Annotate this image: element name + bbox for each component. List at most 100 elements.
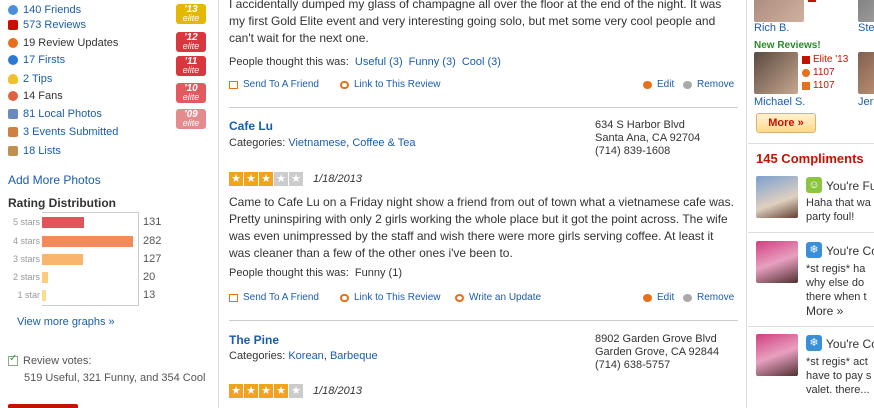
- pencil-icon: [643, 80, 652, 89]
- elite-badge-11[interactable]: '11 elite: [176, 56, 206, 76]
- reviewer-name[interactable]: Jer: [858, 96, 873, 108]
- star-icon: ★: [259, 172, 273, 186]
- compliment-type: You're Co: [826, 337, 874, 351]
- user-avatar[interactable]: [858, 0, 874, 22]
- compliment-text: Haha that wa party foul!: [806, 197, 871, 223]
- new-reviews-label: New Reviews!: [754, 40, 821, 51]
- review-text: I accidentally dumped my glass of champa…: [229, 0, 722, 45]
- business-name[interactable]: The Pine: [229, 333, 279, 347]
- vote-useful[interactable]: Useful (3): [355, 56, 403, 68]
- remove-icon: [683, 80, 692, 89]
- add-photos-link[interactable]: Add More Photos: [8, 173, 101, 187]
- section-divider: [748, 326, 874, 327]
- elite-badge-10[interactable]: '10 elite: [176, 83, 206, 103]
- stat-events[interactable]: 3 Events Submitted: [8, 125, 118, 139]
- vote-funny[interactable]: Funny (3): [409, 56, 456, 68]
- business-name[interactable]: Cafe Lu: [229, 119, 273, 133]
- star-icon: ★: [289, 384, 303, 398]
- review-divider: [229, 107, 738, 108]
- star-icon: ★: [259, 384, 273, 398]
- reviewer-avatar[interactable]: [858, 52, 874, 94]
- refresh-icon: [455, 293, 464, 302]
- review-actions: Send To A Friend Link to This Review Edi…: [229, 79, 738, 93]
- category-link[interactable]: Coffee & Tea: [352, 137, 415, 149]
- category-link[interactable]: Korean: [288, 350, 323, 362]
- remove-button[interactable]: Remove: [683, 292, 734, 303]
- review-date: 1/18/2013: [313, 385, 362, 397]
- rating-label: 1 star: [17, 290, 40, 300]
- reviews-icon: [802, 81, 810, 90]
- stat-tips[interactable]: 2 Tips: [8, 72, 52, 86]
- link-icon: [340, 293, 349, 302]
- snowflake-icon: ❄: [806, 242, 822, 258]
- edit-button[interactable]: Edit: [643, 292, 674, 303]
- stat-friends[interactable]: 140 Friends: [8, 3, 81, 17]
- compliment-more-link[interactable]: More »: [806, 304, 843, 318]
- star-rating: ★ ★ ★ ★ ★: [229, 384, 304, 398]
- reviewer-friends: 1107: [802, 67, 835, 78]
- review-date: 1/18/2013: [313, 173, 362, 185]
- user-avatar[interactable]: [754, 0, 804, 22]
- write-update-button[interactable]: Write an Update: [455, 292, 541, 303]
- reviews-icon: [8, 20, 18, 30]
- rating-row-3: 3 stars 127: [0, 252, 180, 266]
- review-actions: Send To A Friend Link to This Review Wri…: [229, 292, 738, 306]
- user-name[interactable]: Rich B.: [754, 22, 789, 34]
- rating-distribution-title: Rating Distribution: [8, 196, 116, 210]
- review-text: Came to Cafe Lu on a Friday night show a…: [229, 195, 734, 260]
- profile-sidebar: 140 Friends 573 Reviews 19 Review Update…: [0, 0, 218, 408]
- category-link[interactable]: Barbeque: [330, 350, 378, 362]
- rating-label: 3 stars: [12, 254, 40, 264]
- category-link[interactable]: Vietnamese: [288, 137, 346, 149]
- remove-button[interactable]: Remove: [683, 79, 734, 90]
- vote-cool[interactable]: Cool (3): [462, 56, 501, 68]
- elite-badge-09[interactable]: '09 elite: [176, 109, 206, 129]
- rating-label: 2 stars: [12, 272, 40, 282]
- stat-lists[interactable]: 18 Lists: [8, 144, 61, 158]
- rating-count: 20: [143, 271, 156, 283]
- compliment-avatar[interactable]: [756, 176, 798, 218]
- stat-reviews[interactable]: 573 Reviews: [8, 18, 86, 32]
- view-more-graphs-link[interactable]: View more graphs »: [17, 316, 115, 328]
- vote-funny[interactable]: Funny (1): [355, 267, 402, 279]
- reviewer-name[interactable]: Michael S.: [754, 96, 805, 108]
- edit-button[interactable]: Edit: [643, 79, 674, 90]
- compliment-avatar[interactable]: [756, 241, 798, 283]
- business-address: 8902 Garden Grove Blvd Garden Grove, CA …: [595, 333, 720, 371]
- friends-icon: [802, 68, 810, 77]
- more-button[interactable]: More »: [756, 113, 816, 133]
- link-to-review-button[interactable]: Link to This Review: [340, 292, 441, 303]
- reviewer-avatar[interactable]: [754, 52, 798, 94]
- friends-sidebar: Rich B. Ste New Reviews! Elite '13 1107 …: [748, 0, 874, 408]
- rating-row-5: 5 stars 131: [0, 215, 180, 229]
- compliment-type: You're Co: [826, 244, 874, 258]
- section-divider: [748, 143, 874, 144]
- reviewer-elite: Elite '13: [802, 54, 848, 65]
- compliment-text: *st regis* ha why else do there when t: [806, 263, 867, 303]
- compliment-avatar[interactable]: [756, 334, 798, 376]
- events-icon: [8, 127, 18, 137]
- star-icon: ★: [289, 172, 303, 186]
- stat-local-photos[interactable]: 81 Local Photos: [8, 107, 102, 121]
- rating-count: 13: [143, 289, 156, 301]
- business-categories: Categories: Korean, Barbeque: [229, 350, 378, 362]
- elite-badge-12[interactable]: '12 elite: [176, 32, 206, 52]
- elite-badge-13[interactable]: '13 elite: [176, 4, 206, 24]
- rating-bar: [42, 254, 83, 265]
- star-icon: ★: [274, 384, 288, 398]
- rating-bar: [42, 236, 133, 247]
- stat-firsts[interactable]: 17 Firsts: [8, 53, 65, 67]
- rating-distribution-chart: 5 stars 131 4 stars 282 3 stars 127 2 stars…: [0, 212, 180, 308]
- send-to-friend-button[interactable]: Send To A Friend: [229, 292, 319, 303]
- link-to-review-button[interactable]: Link to This Review: [340, 79, 441, 90]
- elite-icon: [802, 55, 810, 64]
- compliment-type: You're Fun: [826, 179, 874, 193]
- compliment-text: *st regis* act have to pay s valet. there.…: [806, 356, 872, 396]
- smiley-icon: ☺: [806, 177, 822, 193]
- business-categories: Categories: Vietnamese, Coffee & Tea: [229, 137, 416, 149]
- cut-off-heading: [8, 400, 78, 408]
- user-name[interactable]: Ste: [858, 22, 874, 34]
- envelope-icon: [229, 80, 238, 89]
- firsts-icon: [8, 55, 18, 65]
- send-to-friend-button[interactable]: Send To A Friend: [229, 79, 319, 90]
